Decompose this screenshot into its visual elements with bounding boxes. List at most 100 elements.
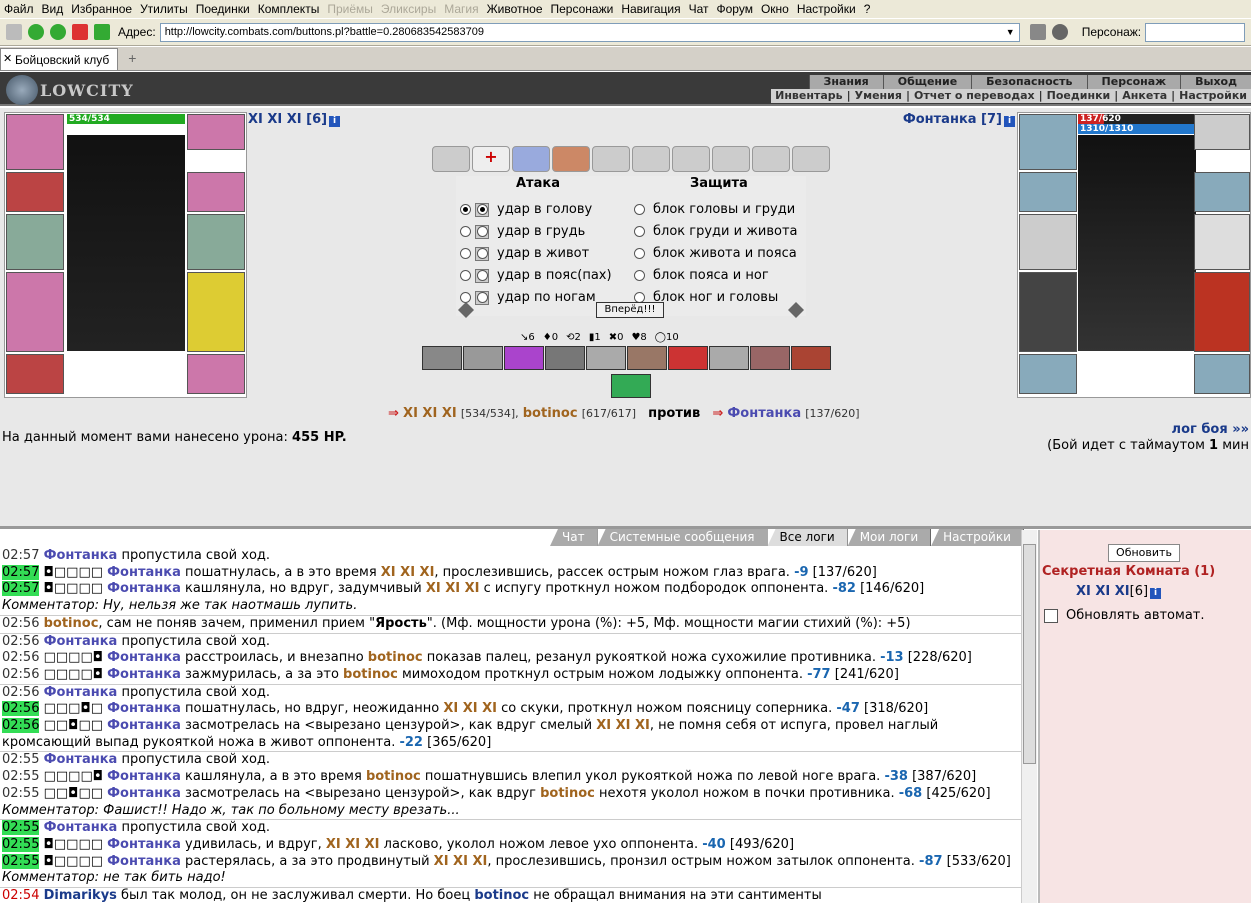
menu-item[interactable]: Эликсиры	[381, 2, 436, 16]
defense-option[interactable]: блок живота и пояса	[634, 246, 797, 261]
subnav-item[interactable]: Поединки	[1043, 89, 1115, 103]
menu-item[interactable]: Магия	[444, 2, 478, 16]
menu-item[interactable]: Форум	[717, 2, 753, 16]
attack-radio[interactable]	[460, 292, 471, 303]
helmet-slot[interactable]	[6, 114, 64, 170]
refresh-icon[interactable]	[94, 24, 110, 40]
character-icon[interactable]	[1051, 24, 1068, 40]
attack-option[interactable]: удар в грудь	[460, 224, 585, 239]
attack-radio[interactable]	[460, 270, 471, 281]
character-field[interactable]	[1145, 22, 1246, 42]
forward-icon[interactable]	[50, 24, 66, 40]
scroll-slot[interactable]	[672, 146, 710, 172]
ring-slot[interactable]	[1194, 114, 1250, 150]
menu-item[interactable]: Вид	[42, 2, 64, 16]
chat-scrollbar[interactable]	[1021, 530, 1037, 903]
refresh-button[interactable]: Обновить	[1108, 544, 1180, 562]
trick-button[interactable]	[422, 346, 462, 370]
trick-button[interactable]	[586, 346, 626, 370]
pin-icon[interactable]	[6, 24, 22, 40]
defense-option[interactable]: блок груди и живота	[634, 224, 798, 239]
menu-item[interactable]: Животное	[487, 2, 543, 16]
attack-radio[interactable]	[460, 226, 471, 237]
scroll-slot[interactable]	[632, 146, 670, 172]
attack-option[interactable]: удар в живот	[460, 246, 589, 261]
menu-item[interactable]: ?	[864, 2, 871, 16]
left-fighter-name[interactable]: XI XI XI [6] i	[248, 112, 341, 127]
info-icon[interactable]: i	[1150, 588, 1162, 599]
menu-item[interactable]: Приёмы	[327, 2, 373, 16]
info-icon[interactable]: i	[1004, 116, 1015, 127]
defense-radio[interactable]	[634, 270, 645, 281]
stop-icon[interactable]	[72, 24, 88, 40]
trick-button[interactable]	[545, 346, 585, 370]
subnav-item[interactable]: Умения	[851, 89, 906, 103]
target-icon[interactable]	[475, 268, 489, 283]
magic-scroll[interactable]	[512, 146, 550, 172]
target-icon[interactable]	[475, 224, 489, 239]
trick-button[interactable]	[668, 346, 708, 370]
auto-refresh-checkbox[interactable]	[1044, 608, 1058, 623]
subnav-item[interactable]: Настройки	[1175, 89, 1251, 103]
target-icon[interactable]	[475, 202, 489, 217]
right-lock-icon[interactable]	[788, 302, 804, 318]
address-field[interactable]: http://lowcity.combats.com/buttons.pl?ba…	[159, 22, 1020, 42]
close-icon[interactable]: ✕	[3, 52, 12, 65]
chat-tab[interactable]: Настройки	[931, 529, 1024, 546]
shield-slot[interactable]	[187, 214, 245, 270]
subnav-item[interactable]: Анкета	[1118, 89, 1171, 103]
pants-slot[interactable]	[1194, 272, 1250, 352]
nav-item[interactable]: Общение	[882, 75, 971, 89]
armor-slot[interactable]	[1019, 272, 1077, 352]
belt-slot[interactable]	[1019, 354, 1077, 394]
scroll-slot[interactable]	[712, 146, 750, 172]
back-icon[interactable]	[28, 24, 44, 40]
heal-scroll[interactable]: +	[472, 146, 510, 172]
helmet-slot[interactable]	[1019, 114, 1077, 170]
room-member[interactable]: XI XI XI[6] i	[1076, 584, 1162, 599]
menu-item[interactable]: Файл	[4, 2, 34, 16]
right-fighter-name[interactable]: Фонтанка [7] i	[903, 112, 1015, 127]
nav-item[interactable]: Персонаж	[1086, 75, 1181, 89]
subnav-item[interactable]: Отчет о переводах	[910, 89, 1039, 103]
tab-fight-club[interactable]: ✕ Бойцовский клуб	[0, 48, 119, 70]
menu-item[interactable]: Окно	[761, 2, 789, 16]
chat-tab[interactable]: Мои логи	[847, 529, 932, 546]
attack-option[interactable]: удар по ногам	[460, 290, 596, 305]
nav-item[interactable]: Выход	[1180, 75, 1251, 89]
menu-item[interactable]: Комплекты	[258, 2, 320, 16]
avatar[interactable]	[67, 135, 185, 351]
trick-button[interactable]	[750, 346, 790, 370]
nav-item[interactable]: Безопасность	[971, 75, 1086, 89]
attack-option[interactable]: удар в голову	[460, 202, 592, 217]
target-icon[interactable]	[475, 290, 489, 305]
chat-tab[interactable]: Чат	[550, 529, 598, 546]
weapon-slot[interactable]	[1019, 214, 1077, 270]
menu-item[interactable]: Навигация	[621, 2, 680, 16]
go-icon[interactable]	[1029, 24, 1046, 40]
boots-slot[interactable]	[187, 354, 245, 394]
belt-slot[interactable]	[6, 354, 64, 394]
scroll-slot[interactable]	[792, 146, 830, 172]
defense-option[interactable]: блок головы и груди	[634, 202, 795, 217]
pants-slot[interactable]	[187, 272, 245, 352]
attack-option[interactable]: удар в пояс(пах)	[460, 268, 612, 283]
trick-button[interactable]	[791, 346, 831, 370]
menu-item[interactable]: Персонажи	[551, 2, 614, 16]
menu-item[interactable]: Поединки	[196, 2, 250, 16]
bracers-slot[interactable]	[1019, 172, 1077, 212]
trick-button[interactable]	[627, 346, 667, 370]
menu-item[interactable]: Избранное	[71, 2, 132, 16]
trick-button[interactable]	[463, 346, 503, 370]
shield-slot[interactable]	[1194, 214, 1250, 270]
nav-item[interactable]: Знания	[808, 75, 883, 89]
bracers-slot[interactable]	[6, 172, 64, 212]
weapon-slot[interactable]	[6, 214, 64, 270]
trick-button[interactable]	[709, 346, 749, 370]
battle-log-link[interactable]: лог боя »»	[1172, 422, 1249, 437]
menu-item[interactable]: Настройки	[797, 2, 856, 16]
scroll-slot[interactable]	[752, 146, 790, 172]
forward-button[interactable]: Вперёд!!!	[596, 302, 664, 318]
scroll-slot[interactable]	[592, 146, 630, 172]
avatar[interactable]	[1078, 135, 1196, 351]
